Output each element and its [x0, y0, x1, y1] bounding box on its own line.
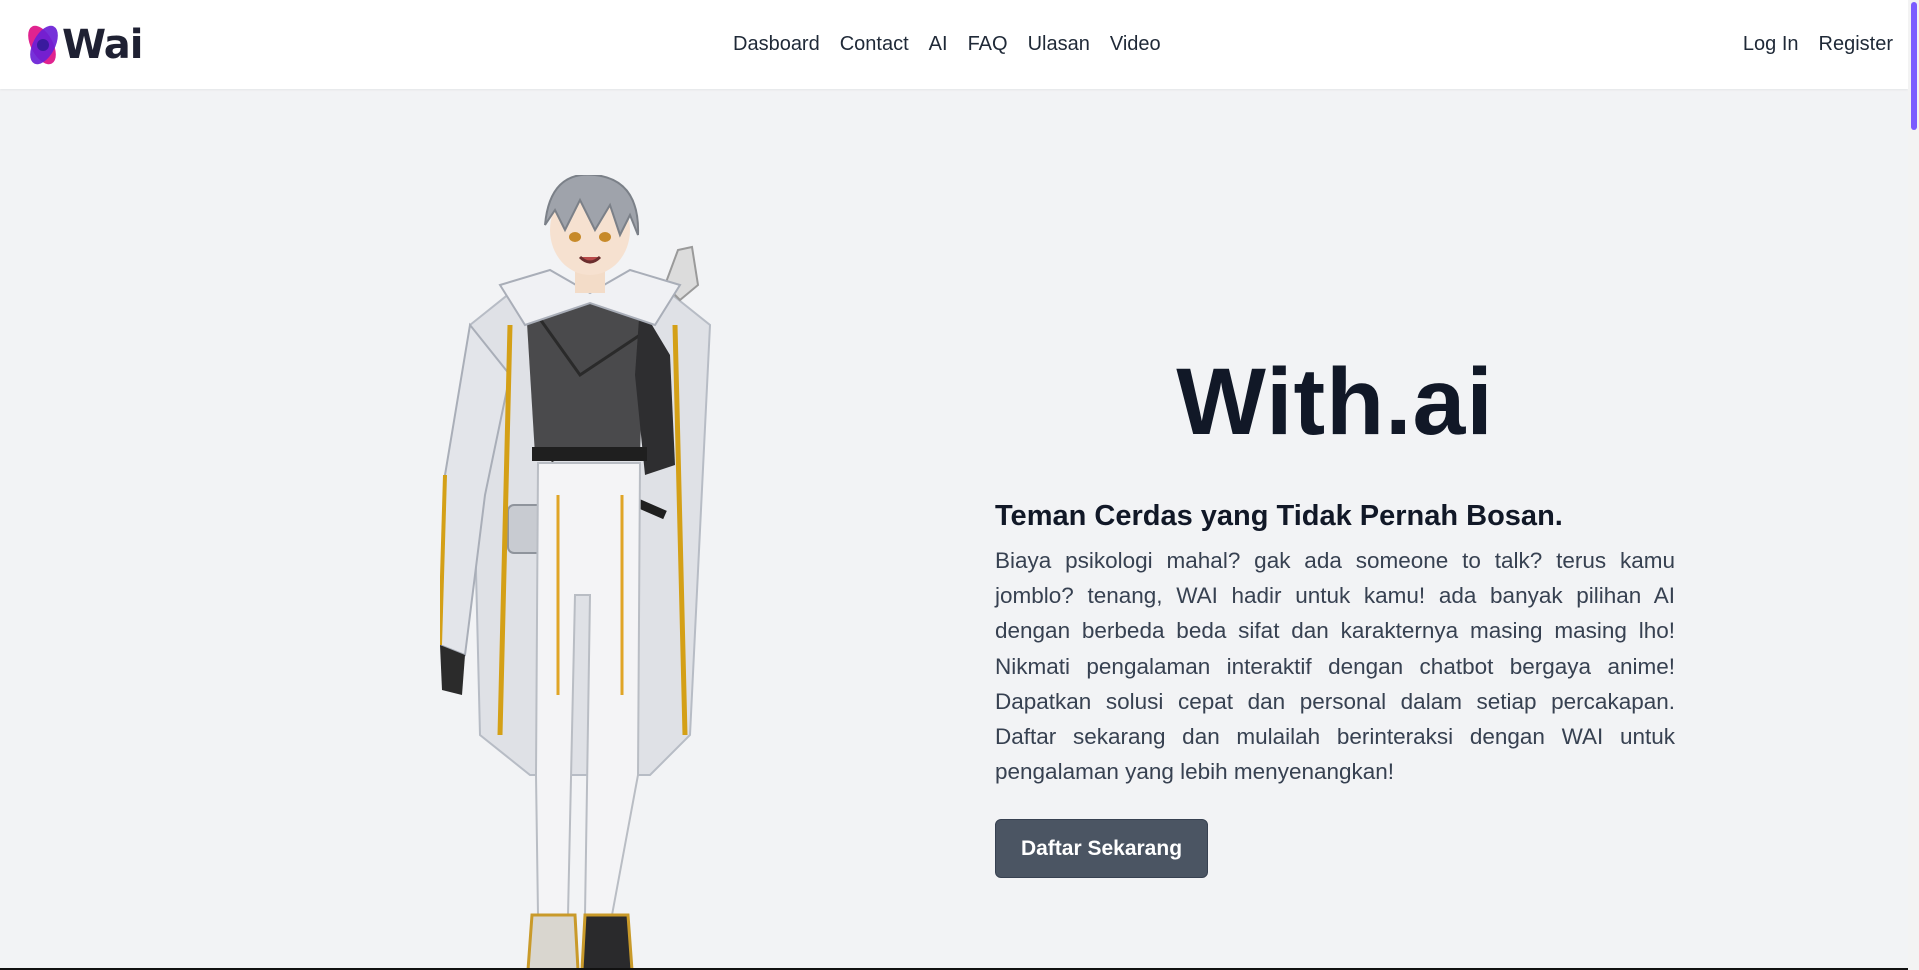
scrollbar-thumb[interactable] [1911, 2, 1917, 130]
nav-link-dasboard[interactable]: Dasboard [733, 30, 820, 58]
nav-link-faq[interactable]: FAQ [968, 30, 1008, 58]
hero-subtitle: Teman Cerdas yang Tidak Pernah Bosan. [995, 500, 1563, 532]
brand-logo[interactable]: Wai [22, 20, 143, 70]
top-navbar: Wai Dasboard Contact AI FAQ Ulasan Video… [0, 0, 1908, 89]
page-scrollbar[interactable] [1908, 0, 1919, 970]
anime-character-illustration [440, 175, 712, 970]
nav-link-video[interactable]: Video [1110, 30, 1161, 58]
wai-logo-icon [28, 25, 58, 65]
hero-description: Biaya psikologi mahal? gak ada someone t… [995, 548, 1675, 785]
brand-name: Wai [62, 22, 143, 68]
auth-links: Log In Register [1743, 30, 1893, 58]
nav-link-ulasan[interactable]: Ulasan [1028, 30, 1090, 58]
login-link[interactable]: Log In [1743, 30, 1799, 58]
main-nav: Dasboard Contact AI FAQ Ulasan Video [733, 30, 1161, 58]
register-link[interactable]: Register [1819, 30, 1893, 58]
daftar-sekarang-button[interactable]: Daftar Sekarang [995, 819, 1208, 878]
hero-title: With.ai [1176, 349, 1494, 455]
nav-link-contact[interactable]: Contact [840, 30, 909, 58]
nav-link-ai[interactable]: AI [929, 30, 948, 58]
